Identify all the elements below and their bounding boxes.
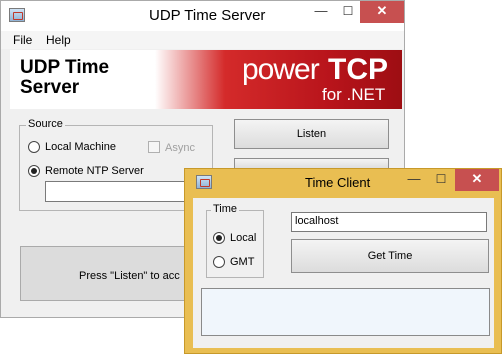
banner-title: UDP Time Server: [20, 57, 110, 98]
close-icon[interactable]: ✕: [360, 1, 404, 23]
async-label: Async: [165, 142, 195, 154]
logo-net-text: for .NET: [322, 85, 386, 104]
time-groupbox: Time Local GMT: [206, 203, 264, 278]
gmt-radio[interactable]: [213, 256, 225, 268]
host-input[interactable]: localhost: [291, 212, 487, 232]
time-output-box: [201, 288, 490, 336]
remote-ntp-radio[interactable]: [28, 165, 40, 177]
client-body: Time Local GMT localhost Get Time: [193, 198, 494, 348]
client-minimize-icon[interactable]: —: [401, 169, 427, 191]
client-title-bar[interactable]: Time Client — ☐ ✕: [185, 169, 501, 197]
menu-file[interactable]: File: [13, 33, 32, 47]
time-group-label: Time: [211, 203, 240, 215]
local-time-label[interactable]: Local: [230, 232, 256, 244]
logo-power-text: power: [242, 53, 320, 86]
client-close-icon[interactable]: ✕: [455, 169, 499, 191]
local-machine-radio[interactable]: [28, 141, 40, 153]
local-machine-label[interactable]: Local Machine: [45, 141, 116, 153]
listen-button[interactable]: Listen: [234, 119, 389, 149]
window-title: UDP Time Server: [149, 7, 266, 24]
async-checkbox[interactable]: [148, 141, 160, 153]
local-time-radio[interactable]: [213, 232, 225, 244]
gmt-label[interactable]: GMT: [230, 256, 254, 268]
logo-tcp-text: TCP: [328, 53, 388, 86]
minimize-icon[interactable]: —: [308, 1, 334, 23]
menu-bar: File Help: [1, 31, 404, 49]
app-icon[interactable]: [9, 8, 25, 22]
remote-ntp-label[interactable]: Remote NTP Server: [45, 165, 144, 177]
client-window-title: Time Client: [305, 175, 371, 190]
maximize-icon[interactable]: ☐: [335, 1, 361, 23]
source-group-label: Source: [26, 118, 65, 130]
get-time-button[interactable]: Get Time: [291, 239, 489, 273]
status-text: Press "Listen" to acc: [79, 270, 180, 282]
time-client-window: Time Client — ☐ ✕ Time Local GMT localho…: [184, 168, 502, 354]
client-maximize-icon[interactable]: ☐: [428, 169, 454, 191]
product-banner: UDP Time Server power TCP for .NET: [10, 50, 402, 109]
client-app-icon[interactable]: [196, 175, 212, 189]
menu-help[interactable]: Help: [46, 33, 71, 47]
title-bar[interactable]: UDP Time Server — ☐ ✕: [1, 1, 404, 31]
